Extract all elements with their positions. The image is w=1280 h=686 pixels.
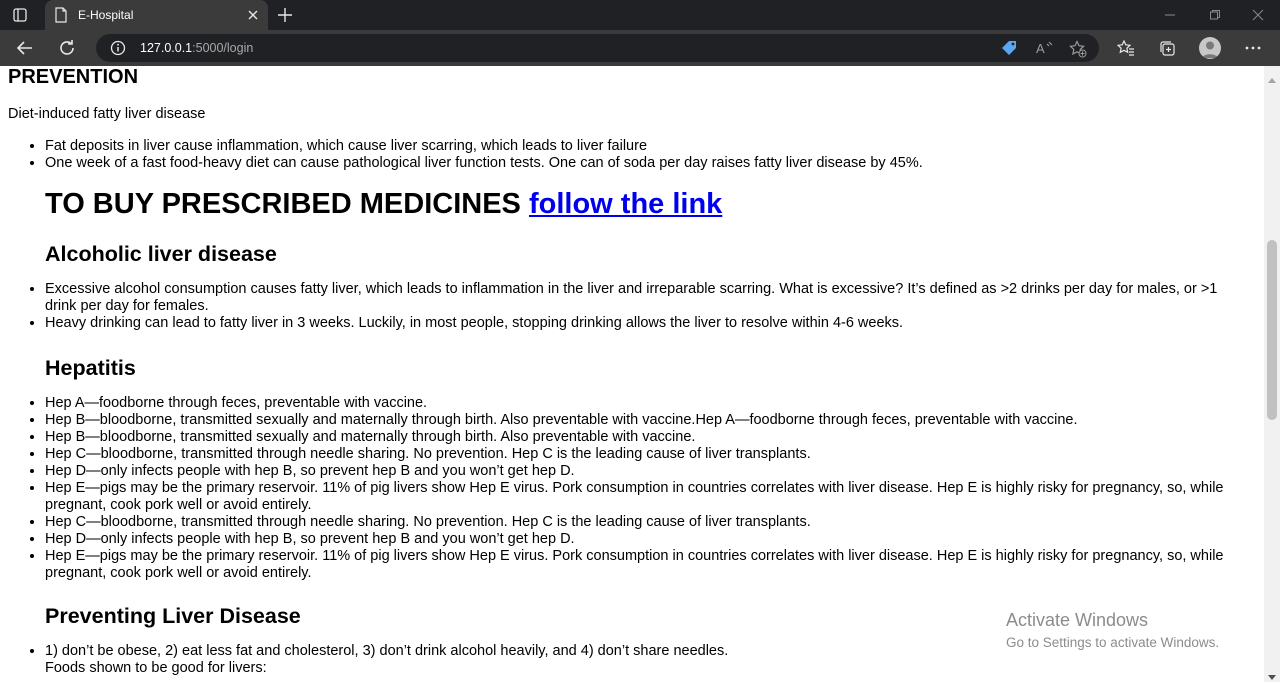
list-item: Hep E—pigs may be the primary reservoir.… <box>45 480 1248 514</box>
tab-strip: E-Hospital <box>0 0 1280 30</box>
buy-medicines-heading: TO BUY PRESCRIBED MEDICINES follow the l… <box>8 187 1248 221</box>
hepatitis-heading: Hepatitis <box>45 356 136 380</box>
address-bar[interactable]: 127.0.0.1:5000/login A <box>96 34 1099 62</box>
minimize-icon[interactable] <box>1164 8 1176 26</box>
url-host: 127.0.0.1 <box>140 41 193 55</box>
close-window-icon[interactable] <box>1252 8 1264 26</box>
list-item: Hep E—pigs may be the primary reservoir.… <box>45 548 1248 582</box>
vertical-scrollbar[interactable] <box>1264 66 1280 682</box>
browser-tab[interactable]: E-Hospital <box>45 0 268 30</box>
page-viewport: PREVENTION Diet-induced fatty liver dise… <box>0 66 1264 682</box>
scroll-down-arrow-icon[interactable] <box>1268 668 1276 686</box>
watermark-subtitle: Go to Settings to activate Windows. <box>1006 635 1220 650</box>
hepatitis-list: Hep A—foodborne through feces, preventab… <box>8 395 1248 582</box>
alcoholic-list: Excessive alcohol consumption causes fat… <box>8 281 1248 332</box>
list-item: Heavy drinking can lead to fatty liver i… <box>45 315 1248 332</box>
buy-medicines-text: TO BUY PRESCRIBED MEDICINES <box>45 188 521 220</box>
scrollbar-thumb[interactable] <box>1267 240 1277 420</box>
refresh-icon[interactable] <box>58 39 76 62</box>
activate-windows-watermark: Activate Windows Go to Settings to activ… <box>1006 610 1219 650</box>
close-tab-icon[interactable] <box>247 8 259 26</box>
tab-title: E-Hospital <box>78 8 134 22</box>
favorites-icon[interactable] <box>1116 39 1135 62</box>
coupon-tag-icon[interactable] <box>1001 40 1019 61</box>
diet-list: Fat deposits in liver cause inflammation… <box>8 138 1248 172</box>
svg-text:A: A <box>1036 41 1045 56</box>
list-item: Fat deposits in liver cause inflammation… <box>45 138 1248 155</box>
restore-icon[interactable] <box>1209 8 1221 26</box>
profile-avatar[interactable] <box>1199 37 1221 59</box>
list-item: Hep B—bloodborne, transmitted sexually a… <box>45 412 1248 429</box>
more-options-icon[interactable] <box>1245 39 1261 62</box>
collections-icon[interactable] <box>1158 39 1176 62</box>
add-favorite-icon[interactable] <box>1069 40 1087 63</box>
browser-toolbar: 127.0.0.1:5000/login A <box>0 30 1280 66</box>
scroll-up-arrow-icon[interactable] <box>1268 70 1276 88</box>
page-icon <box>54 7 68 28</box>
list-item: Hep B—bloodborne, transmitted sexually a… <box>45 429 1248 446</box>
site-info-icon[interactable] <box>110 40 126 61</box>
diet-list-block: Fat deposits in liver cause inflammation… <box>8 138 1248 172</box>
buy-medicines-block: TO BUY PRESCRIBED MEDICINES follow the l… <box>8 187 1248 221</box>
watermark-title: Activate Windows <box>1006 610 1149 630</box>
list-item: One week of a fast food-heavy diet can c… <box>45 155 1248 172</box>
new-tab-icon[interactable] <box>277 7 293 28</box>
list-item: Hep C—bloodborne, transmitted through ne… <box>45 446 1248 463</box>
back-arrow-icon[interactable] <box>16 39 34 62</box>
read-aloud-icon[interactable]: A <box>1036 40 1054 61</box>
follow-the-link[interactable]: follow the link <box>529 188 722 220</box>
tab-actions-icon[interactable] <box>12 7 28 23</box>
list-item: Excessive alcohol consumption causes fat… <box>45 281 1248 315</box>
alcoholic-heading: Alcoholic liver disease <box>45 242 277 266</box>
hepatitis-block: Hepatitis Hep A—foodborne through feces,… <box>8 355 1248 582</box>
alcoholic-block: Alcoholic liver disease Excessive alcoho… <box>8 241 1248 332</box>
list-item: Foods shown to be good for livers: <box>45 660 267 676</box>
prevention-heading: PREVENTION <box>8 66 139 88</box>
url-text[interactable]: 127.0.0.1:5000/login <box>140 41 253 55</box>
list-item: Hep A—foodborne through feces, preventab… <box>45 395 1248 412</box>
list-item: Hep D—only infects people with hep B, so… <box>45 463 1248 480</box>
intro-text: Diet-induced fatty liver disease <box>8 106 206 122</box>
url-path: :5000/login <box>192 41 254 55</box>
list-item: Hep C—bloodborne, transmitted through ne… <box>45 514 1248 531</box>
page-content: PREVENTION Diet-induced fatty liver dise… <box>8 66 1248 676</box>
list-item: Hep D—only infects people with hep B, so… <box>45 531 1248 548</box>
